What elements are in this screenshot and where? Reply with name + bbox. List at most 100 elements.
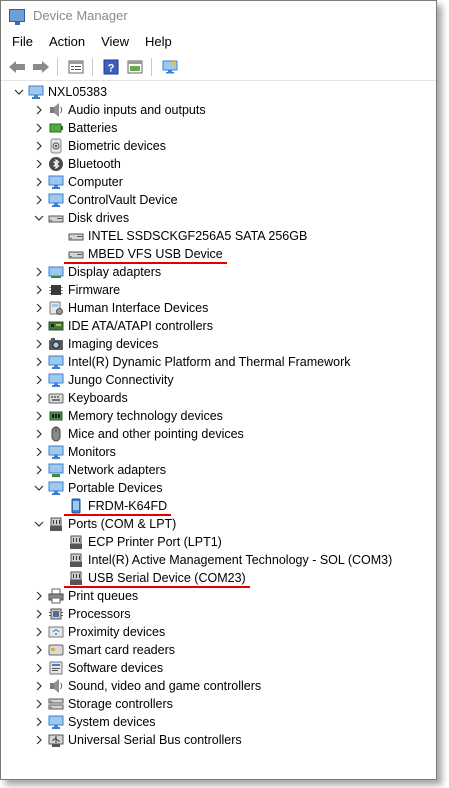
- chevron-right-icon: [36, 195, 42, 205]
- tree-category[interactable]: Bluetooth: [1, 155, 436, 173]
- tree-category[interactable]: Smart card readers: [1, 641, 436, 659]
- expander-button[interactable]: [33, 463, 45, 477]
- chevron-right-icon: [36, 123, 42, 133]
- tree-category[interactable]: Memory technology devices: [1, 407, 436, 425]
- tree-category[interactable]: System devices: [1, 713, 436, 731]
- tree-item-label: Audio inputs and outputs: [68, 103, 206, 117]
- tree-category[interactable]: Network adapters: [1, 461, 436, 479]
- expander-button[interactable]: [33, 715, 45, 729]
- disk-icon: [68, 228, 84, 244]
- expander-button[interactable]: [33, 211, 45, 225]
- expander-button[interactable]: [13, 85, 25, 99]
- tree-device[interactable]: USB Serial Device (COM23): [1, 569, 436, 587]
- tree-category[interactable]: Audio inputs and outputs: [1, 101, 436, 119]
- tree-device[interactable]: ECP Printer Port (LPT1): [1, 533, 436, 551]
- update-driver-icon: [127, 60, 143, 74]
- tree-item-label: Firmware: [68, 283, 121, 297]
- expander-button[interactable]: [33, 301, 45, 315]
- menu-view[interactable]: View: [93, 31, 137, 52]
- expander-button[interactable]: [33, 139, 45, 153]
- expander-button[interactable]: [33, 265, 45, 279]
- properties-button[interactable]: [65, 56, 87, 78]
- forward-icon: [33, 61, 49, 73]
- tree-category[interactable]: Proximity devices: [1, 623, 436, 641]
- monitor-icon: [48, 372, 64, 388]
- tree-category[interactable]: Mice and other pointing devices: [1, 425, 436, 443]
- tree-category[interactable]: IDE ATA/ATAPI controllers: [1, 317, 436, 335]
- chevron-right-icon: [36, 591, 42, 601]
- help-button[interactable]: ?: [100, 56, 122, 78]
- tree-category[interactable]: Storage controllers: [1, 695, 436, 713]
- expander-button[interactable]: [33, 121, 45, 135]
- expander-button[interactable]: [33, 607, 45, 621]
- tree-category[interactable]: Sound, video and game controllers: [1, 677, 436, 695]
- back-icon: [9, 61, 25, 73]
- expander-button[interactable]: [33, 103, 45, 117]
- expander-button[interactable]: [33, 391, 45, 405]
- tree-category[interactable]: Biometric devices: [1, 137, 436, 155]
- monitor-icon: [48, 192, 64, 208]
- tree-item-label: Intel(R) Dynamic Platform and Thermal Fr…: [68, 355, 351, 369]
- expander-button[interactable]: [33, 193, 45, 207]
- monitor-icon: [48, 480, 64, 496]
- chevron-down-icon: [34, 215, 44, 221]
- tree-category[interactable]: Display adapters: [1, 263, 436, 281]
- tree-category[interactable]: Software devices: [1, 659, 436, 677]
- tree-category[interactable]: Intel(R) Dynamic Platform and Thermal Fr…: [1, 353, 436, 371]
- tree-category[interactable]: Human Interface Devices: [1, 299, 436, 317]
- tree-root[interactable]: NXL05383: [1, 83, 436, 101]
- expander-button[interactable]: [33, 661, 45, 675]
- expander-button[interactable]: [33, 517, 45, 531]
- expander-button[interactable]: [33, 697, 45, 711]
- expander-button[interactable]: [33, 445, 45, 459]
- expander-button[interactable]: [33, 283, 45, 297]
- expander-button[interactable]: [33, 625, 45, 639]
- hid-icon: [48, 300, 64, 316]
- chevron-down-icon: [34, 485, 44, 491]
- forward-button[interactable]: [30, 56, 52, 78]
- tree-category[interactable]: Monitors: [1, 443, 436, 461]
- expander-button[interactable]: [33, 481, 45, 495]
- back-button[interactable]: [6, 56, 28, 78]
- chevron-right-icon: [36, 627, 42, 637]
- monitor-icon: [48, 444, 64, 460]
- expander-button[interactable]: [33, 679, 45, 693]
- tree-device[interactable]: Intel(R) Active Management Technology - …: [1, 551, 436, 569]
- expander-button[interactable]: [33, 643, 45, 657]
- expander-button[interactable]: [33, 319, 45, 333]
- menu-action[interactable]: Action: [41, 31, 93, 52]
- tree-category[interactable]: Disk drives: [1, 209, 436, 227]
- menu-file[interactable]: File: [1, 31, 41, 52]
- tree-category[interactable]: Processors: [1, 605, 436, 623]
- tree-device[interactable]: FRDM-K64FD: [1, 497, 436, 515]
- expander-button[interactable]: [33, 355, 45, 369]
- tree-category[interactable]: Portable Devices: [1, 479, 436, 497]
- tree-category[interactable]: ControlVault Device: [1, 191, 436, 209]
- tree-category[interactable]: Firmware: [1, 281, 436, 299]
- tree-category[interactable]: Print queues: [1, 587, 436, 605]
- tree-category[interactable]: Computer: [1, 173, 436, 191]
- menu-help[interactable]: Help: [137, 31, 180, 52]
- tree-device[interactable]: MBED VFS USB Device: [1, 245, 436, 263]
- scan-hardware-button[interactable]: [159, 56, 181, 78]
- tree-category[interactable]: Keyboards: [1, 389, 436, 407]
- tree-category[interactable]: Batteries: [1, 119, 436, 137]
- tree-category[interactable]: Jungo Connectivity: [1, 371, 436, 389]
- tree-device[interactable]: INTEL SSDSCKGF256A5 SATA 256GB: [1, 227, 436, 245]
- expander-button[interactable]: [33, 427, 45, 441]
- expander-button[interactable]: [33, 589, 45, 603]
- expander-button[interactable]: [33, 409, 45, 423]
- tree-item-label: Computer: [68, 175, 123, 189]
- expander-button[interactable]: [33, 733, 45, 747]
- expander-button[interactable]: [33, 337, 45, 351]
- tree-category[interactable]: Universal Serial Bus controllers: [1, 731, 436, 749]
- chevron-right-icon: [36, 645, 42, 655]
- chevron-right-icon: [36, 411, 42, 421]
- expander-button[interactable]: [33, 157, 45, 171]
- tree-category[interactable]: Imaging devices: [1, 335, 436, 353]
- tree-category[interactable]: Ports (COM & LPT): [1, 515, 436, 533]
- expander-button[interactable]: [33, 175, 45, 189]
- tree-item-label: Imaging devices: [68, 337, 159, 351]
- update-driver-button[interactable]: [124, 56, 146, 78]
- expander-button[interactable]: [33, 373, 45, 387]
